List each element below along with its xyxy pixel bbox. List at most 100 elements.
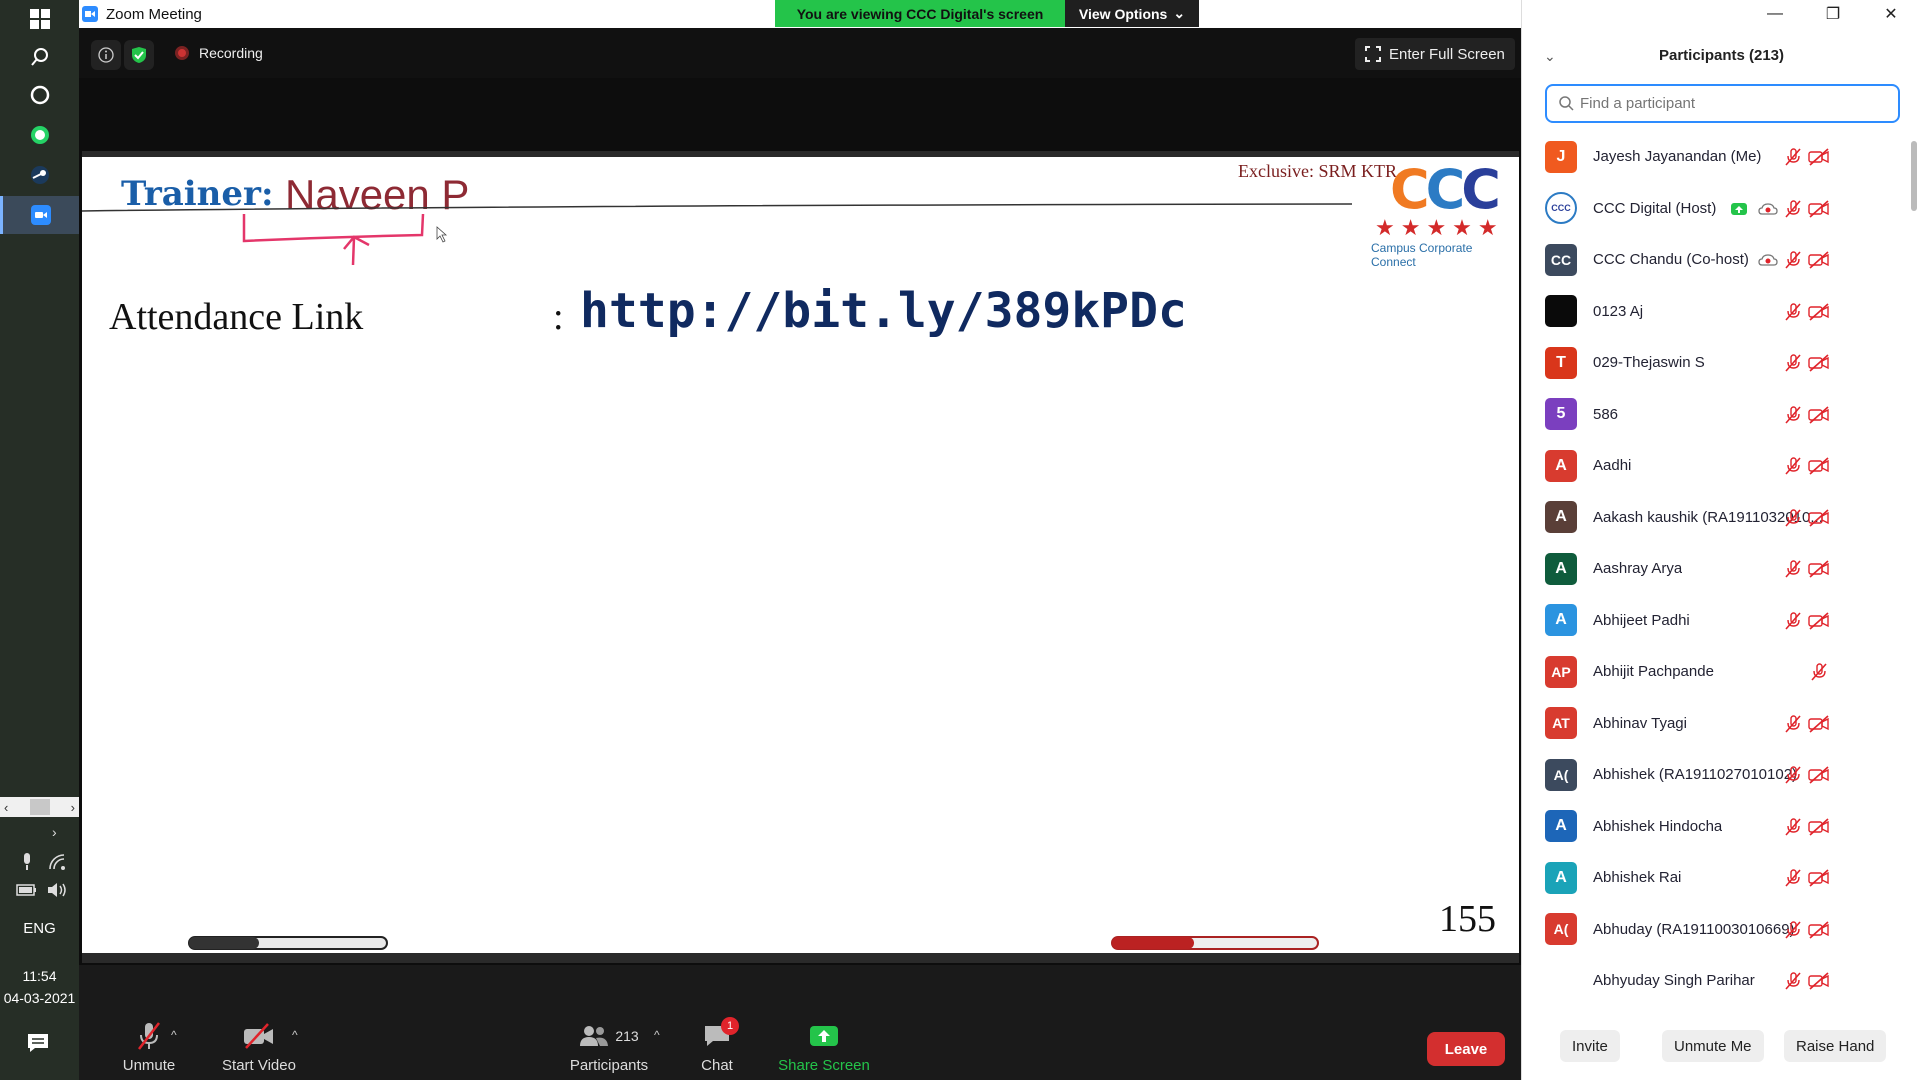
clock-date[interactable]: 04-03-2021 (0, 990, 79, 1006)
mic-muted-icon[interactable] (1784, 920, 1802, 939)
mic-muted-icon[interactable] (1810, 663, 1828, 681)
participant-row[interactable]: 0123 Aj (1522, 286, 1907, 337)
volume-icon[interactable] (46, 881, 68, 902)
scroll-thumb[interactable] (29, 799, 50, 815)
participant-row[interactable]: A Abhishek Hindocha (1522, 801, 1907, 852)
unmute-button[interactable]: Unmute (109, 1015, 189, 1074)
language-indicator[interactable]: ENG (0, 920, 79, 937)
enter-full-screen-button[interactable]: Enter Full Screen (1355, 38, 1515, 70)
share-screen-label: Share Screen (778, 1057, 870, 1074)
participants-icon (580, 1026, 609, 1046)
mic-tray-icon[interactable] (20, 853, 34, 874)
maximize-icon[interactable]: ❐ (1804, 0, 1862, 28)
encryption-shield-button[interactable] (124, 40, 154, 70)
mic-muted-icon[interactable] (1784, 302, 1802, 321)
mic-muted-icon[interactable] (1784, 611, 1802, 630)
cortana-icon[interactable] (0, 76, 79, 114)
close-icon[interactable]: ✕ (1862, 0, 1920, 28)
minimize-icon[interactable]: — (1746, 0, 1804, 28)
mic-muted-icon[interactable] (1784, 508, 1802, 527)
audio-options-caret-icon[interactable]: ^ (171, 1028, 177, 1042)
participant-row[interactable]: A(Abhishek (RA1911027010102) (1522, 749, 1907, 800)
participant-row[interactable]: A Aashray Arya (1522, 543, 1907, 594)
attendance-label: Attendance Link (109, 296, 364, 338)
participant-name: 029-Thejaswin S (1593, 354, 1705, 371)
participant-row[interactable]: A Aakash kaushik (RA1911032010... (1522, 492, 1907, 543)
participant-row[interactable]: A Abhijeet Padhi (1522, 595, 1907, 646)
mic-muted-icon[interactable] (1784, 199, 1802, 218)
participant-row[interactable]: CCC CCC Digital (Host) (1522, 183, 1907, 234)
participant-row[interactable]: A Abhishek Rai (1522, 852, 1907, 903)
participant-avatar: A (1545, 501, 1577, 533)
search-input[interactable] (1580, 95, 1880, 112)
share-screen-button[interactable]: Share Screen (769, 1015, 879, 1074)
participant-row[interactable]: Abhyuday Singh Parihar (1522, 955, 1907, 1006)
view-options-button[interactable]: View Options ⌄ (1065, 0, 1199, 27)
video-options-caret-icon[interactable]: ^ (292, 1028, 298, 1042)
shared-slide: Trainer: Naveen P Exclusive: SRM KTR CCC… (82, 151, 1519, 963)
video-off-icon (1808, 457, 1830, 475)
recording-indicator[interactable]: Recording (175, 45, 263, 61)
scrollbar-thumb[interactable] (1911, 141, 1917, 211)
mic-muted-icon[interactable] (1784, 869, 1802, 887)
mic-muted-icon[interactable] (1784, 560, 1802, 578)
participants-button[interactable]: 213 Participants (564, 1015, 654, 1074)
search-icon[interactable] (0, 38, 79, 76)
view-options-label: View Options (1078, 5, 1168, 22)
search-icon (1559, 96, 1574, 111)
mic-muted-icon[interactable] (1784, 354, 1802, 372)
windows-start-icon[interactable] (0, 0, 79, 38)
video-off-icon (1808, 148, 1830, 166)
meeting-info-button[interactable] (91, 40, 121, 70)
share-screen-icon (810, 1026, 838, 1046)
participant-row[interactable]: T 029-Thejaswin S (1522, 337, 1907, 388)
mic-muted-icon[interactable] (1784, 972, 1802, 990)
video-off-icon (1808, 920, 1830, 939)
windows-taskbar: ‹ › › ENG 11:54 04-03-2021 (0, 0, 79, 1080)
participants-scrollbar[interactable] (1909, 131, 1919, 1011)
start-video-button[interactable]: Start Video (209, 1015, 309, 1074)
participant-row[interactable]: A Aadhi (1522, 440, 1907, 491)
participants-options-caret-icon[interactable]: ^ (654, 1028, 660, 1042)
wifi-icon[interactable] (48, 853, 66, 874)
leave-button[interactable]: Leave (1427, 1032, 1505, 1066)
mic-muted-icon[interactable] (1784, 251, 1802, 269)
participant-row[interactable]: A(Abhuday (RA1911003010669) (1522, 904, 1907, 955)
unmute-me-button[interactable]: Unmute Me (1662, 1030, 1764, 1062)
mic-muted-icon[interactable] (1784, 714, 1802, 733)
fullscreen-label: Enter Full Screen (1389, 45, 1505, 63)
whatsapp-icon[interactable] (0, 116, 79, 154)
participant-row[interactable]: CC CCC Chandu (Co-host) (1522, 234, 1907, 285)
participant-row[interactable]: AT Abhinav Tyagi (1522, 698, 1907, 749)
taskbar-scroll[interactable]: ‹ › (0, 797, 79, 817)
video-off-icon (244, 1023, 273, 1049)
attendance-link: http://bit.ly/389kPDc (580, 283, 1187, 339)
clock-time[interactable]: 11:54 (0, 968, 79, 984)
mic-muted-icon[interactable] (1784, 148, 1802, 166)
mic-muted-icon[interactable] (1784, 817, 1802, 836)
participant-row[interactable]: 5 586 (1522, 389, 1907, 440)
mic-muted-icon[interactable] (1784, 405, 1802, 424)
action-center-icon[interactable] (27, 1033, 49, 1058)
zoom-taskbar-icon[interactable] (0, 196, 79, 234)
mic-muted-icon[interactable] (1784, 766, 1802, 784)
show-hidden-icons-icon[interactable]: › (52, 824, 57, 840)
invite-button[interactable]: Invite (1560, 1030, 1620, 1062)
raise-hand-button[interactable]: Raise Hand (1784, 1030, 1887, 1062)
steam-icon[interactable] (0, 156, 79, 194)
battery-icon[interactable] (16, 883, 38, 900)
participant-row[interactable]: J Jayesh Jayanandan (Me) (1522, 131, 1907, 182)
scroll-right-icon[interactable]: › (71, 800, 75, 815)
mic-muted-icon[interactable] (1784, 457, 1802, 475)
participant-avatar: CC (1545, 243, 1577, 276)
participant-search[interactable] (1545, 84, 1900, 123)
window-controls: — ❐ ✕ (1746, 0, 1920, 28)
shared-screen-area: Trainer: Naveen P Exclusive: SRM KTR CCC… (79, 78, 1521, 965)
zoom-meeting-window: Zoom Meeting You are viewing CCC Digital… (79, 0, 1521, 1080)
scroll-left-icon[interactable]: ‹ (4, 800, 8, 815)
participant-row[interactable]: AP Abhijit Pachpande (1522, 646, 1907, 697)
collapse-chevron-icon[interactable]: ⌄ (1544, 48, 1556, 65)
chat-button[interactable]: 1 Chat (687, 1015, 747, 1074)
participant-name: Abhishek Rai (1593, 869, 1682, 886)
participants-list: J Jayesh Jayanandan (Me) CCC CCC Digital (H… (1522, 131, 1907, 1011)
